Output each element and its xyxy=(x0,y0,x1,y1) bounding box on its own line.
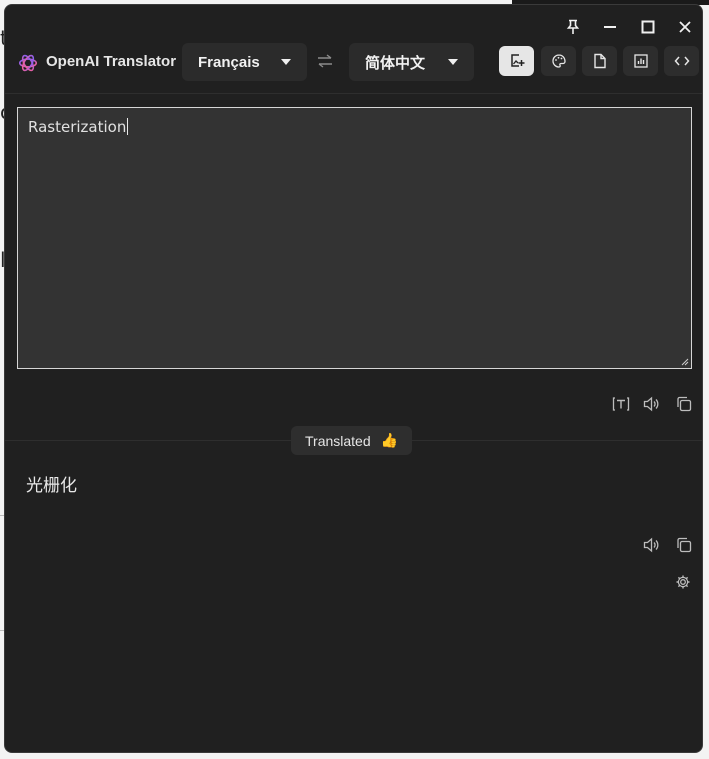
pin-icon xyxy=(566,19,580,34)
chart-icon xyxy=(633,54,648,68)
file-button[interactable] xyxy=(582,46,617,76)
image-add-icon xyxy=(510,54,524,67)
file-icon xyxy=(593,53,606,69)
image-translate-button[interactable] xyxy=(499,46,534,76)
text-box-icon xyxy=(612,397,630,411)
target-language-label: 简体中文 xyxy=(365,53,426,72)
copy-icon xyxy=(677,537,692,553)
translator-window: OpenAI Translator Français 简体中文 Rasteriz… xyxy=(4,4,703,753)
source-text-input[interactable]: Rasterization xyxy=(17,107,692,369)
speak-source-button[interactable] xyxy=(641,393,663,415)
translation-result: 光栅化 xyxy=(26,476,77,496)
history-button[interactable] xyxy=(623,46,658,76)
text-caret xyxy=(127,118,129,135)
copy-source-button[interactable] xyxy=(673,393,695,415)
source-text-tool-button[interactable] xyxy=(610,393,632,415)
source-language-select[interactable]: Français xyxy=(182,43,307,81)
maximize-icon xyxy=(641,20,655,34)
target-language-select[interactable]: 简体中文 xyxy=(349,43,474,81)
speak-result-button[interactable] xyxy=(641,534,663,556)
palette-icon xyxy=(551,54,566,68)
maximize-button[interactable] xyxy=(631,13,665,41)
status-label: Translated xyxy=(305,432,371,449)
developer-button[interactable] xyxy=(664,46,699,76)
resize-grip-icon[interactable] xyxy=(680,357,689,366)
speaker-icon xyxy=(643,537,659,553)
settings-button[interactable] xyxy=(672,571,694,593)
speaker-icon xyxy=(643,396,659,412)
theme-button[interactable] xyxy=(541,46,576,76)
chevron-down-icon xyxy=(448,59,458,65)
header-divider xyxy=(5,93,702,94)
pin-button[interactable] xyxy=(556,13,590,41)
source-text-value: Rasterization xyxy=(28,118,127,136)
chevron-down-icon xyxy=(281,59,291,65)
source-language-label: Français xyxy=(198,53,260,71)
thumbs-up-icon: 👍 xyxy=(380,432,399,448)
openai-logo-icon xyxy=(18,54,38,72)
code-icon xyxy=(674,56,689,66)
close-button[interactable] xyxy=(668,13,702,41)
status-badge: Translated 👍 xyxy=(291,426,413,455)
header-bar: OpenAI Translator Français 简体中文 xyxy=(5,43,702,93)
copy-result-button[interactable] xyxy=(673,534,695,556)
copy-icon xyxy=(677,396,692,412)
gear-icon xyxy=(676,575,690,589)
minimize-button[interactable] xyxy=(593,13,627,41)
source-text-content: Rasterization xyxy=(28,118,129,136)
minimize-icon xyxy=(604,26,616,28)
swap-icon xyxy=(318,54,332,68)
swap-languages-button[interactable] xyxy=(317,53,333,73)
app-title: OpenAI Translator xyxy=(46,53,177,70)
close-icon xyxy=(679,21,691,33)
